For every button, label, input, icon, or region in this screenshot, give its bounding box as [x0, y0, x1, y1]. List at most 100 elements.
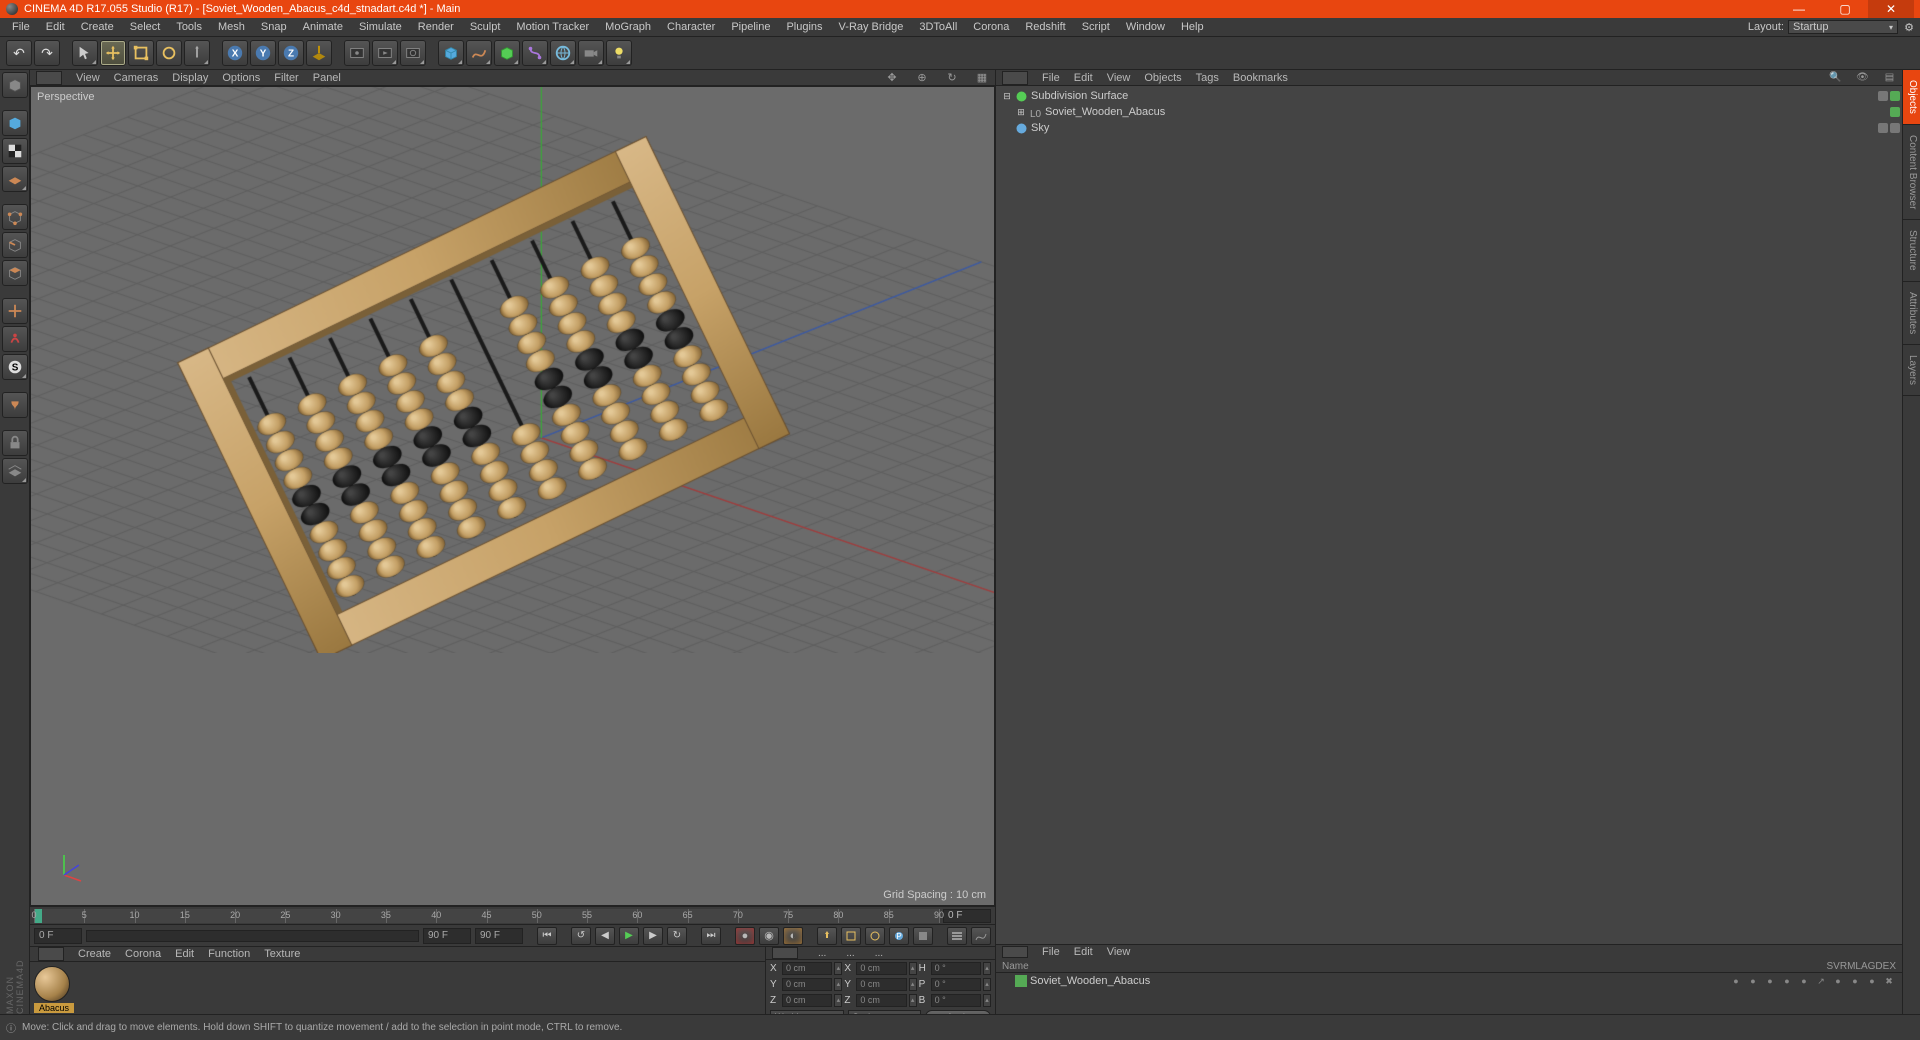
select-tool[interactable]	[72, 40, 98, 66]
record-button[interactable]: ●	[735, 927, 755, 945]
next-frame-button[interactable]: ▶	[643, 927, 663, 945]
move-tool[interactable]	[100, 40, 126, 66]
layer-toggle[interactable]: ●	[1763, 975, 1777, 987]
layer-row[interactable]: Soviet_Wooden_Abacus●●●●●↗●●●✖	[996, 973, 1902, 989]
add-cube[interactable]	[438, 40, 464, 66]
tweak-mode[interactable]	[2, 326, 28, 352]
expand-icon[interactable]: ⊟	[1002, 91, 1012, 102]
lock-mode[interactable]	[2, 430, 28, 456]
vp-rotate-icon[interactable]: ↻	[945, 71, 959, 85]
viewport-nav[interactable]	[36, 71, 62, 85]
object-row[interactable]: ⊟Subdivision Surface	[998, 88, 1900, 104]
render-pv[interactable]	[372, 40, 398, 66]
layer-toggle[interactable]: ●	[1831, 975, 1845, 987]
menu-create[interactable]: Create	[73, 18, 122, 36]
coord-nav[interactable]	[772, 947, 798, 959]
objmenu-bookmarks[interactable]: Bookmarks	[1233, 72, 1288, 84]
objmenu-edit[interactable]: Edit	[1074, 72, 1093, 84]
point-mode[interactable]	[2, 204, 28, 230]
add-camera[interactable]	[578, 40, 604, 66]
layersmenu-edit[interactable]: Edit	[1074, 946, 1093, 958]
layer-toggle[interactable]: ●	[1729, 975, 1743, 987]
vp-move-icon[interactable]: ✥	[885, 71, 899, 85]
menu-mesh[interactable]: Mesh	[210, 18, 253, 36]
vp-zoom-icon[interactable]: ⊕	[915, 71, 929, 85]
z-axis-lock[interactable]: Z	[278, 40, 304, 66]
matmenu-create[interactable]: Create	[78, 948, 111, 960]
menu-3dtoall[interactable]: 3DToAll	[911, 18, 965, 36]
layer-toggle[interactable]: ●	[1865, 975, 1879, 987]
menu-help[interactable]: Help	[1173, 18, 1212, 36]
coord-field[interactable]: 0 cm	[856, 994, 906, 1007]
add-deformer[interactable]	[522, 40, 548, 66]
go-start-button[interactable]: ⏮	[537, 927, 557, 945]
y-axis-lock[interactable]: Y	[250, 40, 276, 66]
menu-plugins[interactable]: Plugins	[778, 18, 830, 36]
object-toggle[interactable]	[1890, 123, 1900, 133]
object-toggle[interactable]	[1878, 91, 1888, 101]
layer-toggle[interactable]: ●	[1780, 975, 1794, 987]
maximize-button[interactable]: ▢	[1822, 0, 1868, 18]
objmenu-tags[interactable]: Tags	[1196, 72, 1219, 84]
obj-filter-icon[interactable]: ▤	[1883, 71, 1896, 84]
range-slider[interactable]	[86, 930, 419, 942]
coord-field[interactable]: 0 °	[931, 994, 981, 1007]
timeline-end-field[interactable]: 0 F	[943, 909, 991, 923]
objmenu-view[interactable]: View	[1107, 72, 1131, 84]
viewport-3d[interactable]: Perspective Grid Spacing : 10 cm	[30, 86, 995, 906]
prev-key-button[interactable]: ↺	[571, 927, 591, 945]
obj-search-icon[interactable]: 🔍	[1829, 71, 1842, 84]
objmenu-objects[interactable]: Objects	[1144, 72, 1181, 84]
right-tab-content-browser[interactable]: Content Browser	[1903, 125, 1920, 220]
close-button[interactable]: ✕	[1868, 0, 1914, 18]
matmenu-edit[interactable]: Edit	[175, 948, 194, 960]
obj-eye-icon[interactable]: 👁	[1856, 71, 1869, 84]
vpmenu-options[interactable]: Options	[222, 72, 260, 84]
coord-field[interactable]: 0 cm	[856, 962, 906, 975]
obj-nav[interactable]	[1002, 71, 1028, 85]
layer-toggle[interactable]: ●	[1746, 975, 1760, 987]
menu-redshift[interactable]: Redshift	[1017, 18, 1073, 36]
menu-mograph[interactable]: MoGraph	[597, 18, 659, 36]
menu-pipeline[interactable]: Pipeline	[723, 18, 778, 36]
menu-simulate[interactable]: Simulate	[351, 18, 410, 36]
key-param-button[interactable]: P	[889, 927, 909, 945]
minimize-button[interactable]: —	[1776, 0, 1822, 18]
layer-toggle[interactable]: ✖	[1882, 975, 1896, 987]
key-pla-button[interactable]	[913, 927, 933, 945]
range-end2-field[interactable]: 90 F	[475, 928, 523, 944]
vpmenu-filter[interactable]: Filter	[274, 72, 298, 84]
menu-render[interactable]: Render	[410, 18, 462, 36]
menu-script[interactable]: Script	[1074, 18, 1118, 36]
timeline-ruler[interactable]: 051015202530354045505560657075808590 0 F	[30, 906, 995, 924]
workplane-mode[interactable]	[2, 166, 28, 192]
object-row[interactable]: ⊞L0Soviet_Wooden_Abacus	[998, 104, 1900, 120]
go-end-button[interactable]: ⏭	[701, 927, 721, 945]
render-settings[interactable]	[400, 40, 426, 66]
material-list[interactable]: Abacus	[30, 962, 765, 1017]
gear-icon[interactable]: ⚙	[1902, 20, 1916, 34]
layers-nav[interactable]	[1002, 946, 1028, 958]
right-tab-layers[interactable]: Layers	[1903, 345, 1920, 396]
object-toggle[interactable]	[1890, 107, 1900, 117]
key-pos-button[interactable]	[817, 927, 837, 945]
objmenu-file[interactable]: File	[1042, 72, 1060, 84]
menu-file[interactable]: File	[4, 18, 38, 36]
menu-select[interactable]: Select	[122, 18, 169, 36]
layersmenu-file[interactable]: File	[1042, 946, 1060, 958]
texture-mode[interactable]	[2, 138, 28, 164]
menu-corona[interactable]: Corona	[965, 18, 1017, 36]
menu-window[interactable]: Window	[1118, 18, 1173, 36]
coord-field[interactable]: 0 °	[931, 962, 981, 975]
vp-layout-icon[interactable]: ▦	[975, 71, 989, 85]
fcurve-button[interactable]	[971, 927, 991, 945]
range-start-field[interactable]: 0 F	[34, 928, 82, 944]
add-light[interactable]	[606, 40, 632, 66]
menu-edit[interactable]: Edit	[38, 18, 73, 36]
rotate-tool[interactable]	[156, 40, 182, 66]
range-end-field[interactable]: 90 F	[423, 928, 471, 944]
menu-motion-tracker[interactable]: Motion Tracker	[508, 18, 597, 36]
add-environment[interactable]	[550, 40, 576, 66]
layer-toggle[interactable]: ●	[1848, 975, 1862, 987]
vpmenu-cameras[interactable]: Cameras	[114, 72, 159, 84]
